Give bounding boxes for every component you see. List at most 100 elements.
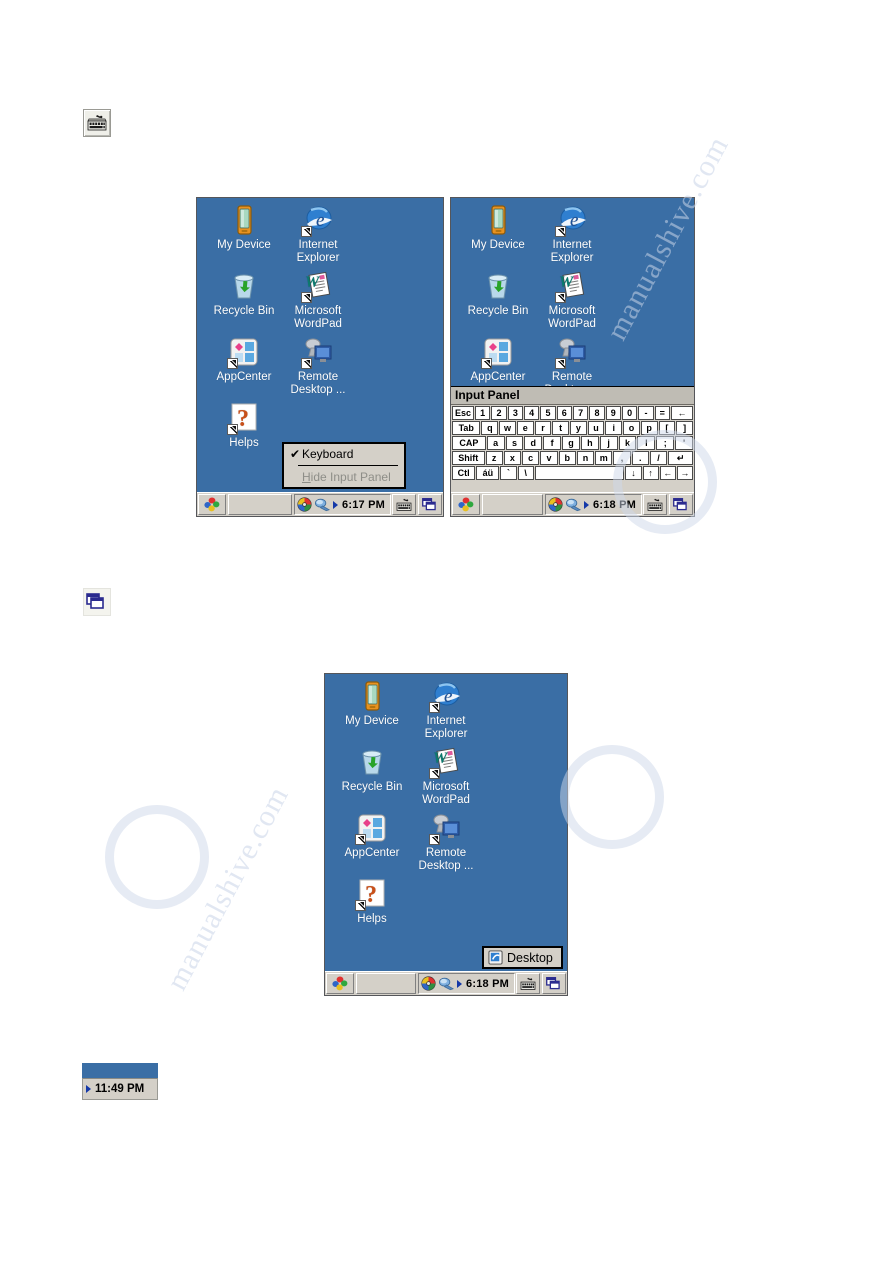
key-v[interactable]: v (540, 451, 558, 465)
taskbar-window-area[interactable] (356, 973, 417, 994)
desktop-icon-internet-explorer[interactable]: e Internet Explorer (279, 204, 357, 265)
key-i[interactable]: i (605, 421, 623, 435)
key-[interactable]: . (631, 451, 649, 465)
key-e[interactable]: e (516, 421, 534, 435)
taskbar-keyboard-button[interactable] (392, 494, 416, 515)
key-p[interactable]: p (640, 421, 658, 435)
key-a[interactable]: a (486, 436, 505, 450)
taskbar[interactable]: 6:18 PM (451, 492, 694, 516)
key-[interactable]: ` (500, 466, 517, 480)
key-f[interactable]: f (543, 436, 562, 450)
desktop-icon-recycle-bin[interactable]: Recycle Bin (205, 270, 283, 318)
desktop-icon-helps[interactable]: ? Helps (333, 878, 411, 926)
key-[interactable]: ↓ (625, 466, 642, 480)
taskbar-clock-sample[interactable]: 11:49 PM (82, 1078, 158, 1100)
desktop-icon-microsoft-wordpad[interactable]: W Microsoft WordPad (407, 746, 485, 807)
key-[interactable]: , (613, 451, 631, 465)
input-panel-context-menu[interactable]: ✔ Keyboard Hide Input Panel (282, 442, 406, 489)
key-l[interactable]: l (637, 436, 656, 450)
key-Tab[interactable]: Tab (452, 421, 481, 435)
network-connection-icon[interactable] (314, 498, 331, 512)
taskbar-clock[interactable]: 6:18 PM (592, 499, 639, 511)
system-tray[interactable]: 6:18 PM (418, 973, 515, 994)
key-Esc[interactable]: Esc (452, 406, 474, 420)
desktop-icon-remote-desktop[interactable]: Remote Desktop ... (279, 336, 357, 397)
key-[interactable]: \ (517, 466, 534, 480)
key-9[interactable]: 9 (605, 406, 621, 420)
network-connection-icon[interactable] (438, 977, 455, 991)
tray-expand-arrow-icon[interactable] (86, 1085, 91, 1093)
key-[interactable]: - (638, 406, 654, 420)
soft-keyboard[interactable]: Esc 1 2 3 4 5 6 7 8 9 0- = ← Tab q w e r t y u i o p[] CAP a s d f g h… (451, 405, 694, 482)
key-2[interactable]: 2 (491, 406, 507, 420)
taskbar[interactable]: 6:17 PM (197, 492, 443, 516)
desktop-icon-appcenter[interactable]: AppCenter (459, 336, 537, 384)
key-r[interactable]: r (534, 421, 552, 435)
taskbar-window-area[interactable] (228, 494, 293, 515)
key-j[interactable]: j (599, 436, 618, 450)
ce-desktop[interactable]: My Device e Internet Explorer Recycle Bi… (325, 674, 567, 971)
key-[interactable]: ← (659, 466, 676, 480)
start-button[interactable] (198, 494, 226, 515)
key-z[interactable]: z (485, 451, 503, 465)
input-panel[interactable]: Input Panel Esc 1 2 3 4 5 6 7 8 9 0- = ← Tab q w e r t y u i o… (451, 386, 694, 492)
taskbar-desktop-button[interactable] (418, 494, 442, 515)
key-7[interactable]: 7 (572, 406, 589, 420)
tray-expand-arrow-icon[interactable] (584, 500, 590, 509)
taskbar-clock[interactable]: 6:18 PM (465, 978, 512, 990)
desktop-icon-my-device[interactable]: My Device (205, 204, 283, 252)
display-properties-icon[interactable] (297, 497, 312, 512)
start-button[interactable] (326, 973, 354, 994)
key-s[interactable]: s (505, 436, 524, 450)
key-CAP[interactable]: CAP (452, 436, 486, 450)
taskbar-clock[interactable]: 6:17 PM (341, 499, 388, 511)
key-d[interactable]: d (524, 436, 543, 450)
display-properties-icon[interactable] (421, 976, 436, 991)
taskbar-desktop-button[interactable] (669, 494, 693, 515)
key-u[interactable]: u (587, 421, 605, 435)
desktop-icon-appcenter[interactable]: AppCenter (333, 812, 411, 860)
desktop-icon-appcenter[interactable]: AppCenter (205, 336, 283, 384)
desktop-icon-my-device[interactable]: My Device (459, 204, 537, 252)
key-x[interactable]: x (503, 451, 522, 465)
taskbar-keyboard-button[interactable] (643, 494, 667, 515)
desktop-icon-recycle-bin[interactable]: Recycle Bin (333, 746, 411, 794)
desktop-icon-remote-desktop[interactable]: Remote Desktop ... (407, 812, 485, 873)
key-8[interactable]: 8 (589, 406, 605, 420)
keyboard-input-panel-icon[interactable] (83, 109, 111, 137)
key-[interactable]: [ (658, 421, 676, 435)
desktop-icon-internet-explorer[interactable]: e Internet Explorer (533, 204, 611, 265)
context-menu-item-keyboard[interactable]: ✔ Keyboard (284, 444, 404, 464)
key-y[interactable]: y (570, 421, 587, 435)
key-0[interactable]: 0 (621, 406, 638, 420)
key-h[interactable]: h (580, 436, 599, 450)
key-g[interactable]: g (562, 436, 580, 450)
key-[interactable]: ↑ (642, 466, 659, 480)
cascade-windows-icon[interactable] (83, 588, 111, 616)
key-3[interactable]: 3 (507, 406, 523, 420)
key-o[interactable]: o (623, 421, 640, 435)
desktop-icon-microsoft-wordpad[interactable]: W Microsoft WordPad (279, 270, 357, 331)
taskbar-keyboard-button[interactable] (516, 973, 540, 994)
start-button[interactable] (452, 494, 480, 515)
key-[interactable]: ; (656, 436, 675, 450)
key-n[interactable]: n (576, 451, 595, 465)
desktop-icon-recycle-bin[interactable]: Recycle Bin (459, 270, 537, 318)
system-tray[interactable]: 6:17 PM (294, 494, 391, 515)
system-tray[interactable]: 6:18 PM (545, 494, 642, 515)
desktop-icon-microsoft-wordpad[interactable]: W Microsoft WordPad (533, 270, 611, 331)
taskbar-desktop-button[interactable] (542, 973, 566, 994)
taskbar[interactable]: 6:18 PM (325, 971, 567, 995)
key-t[interactable]: t (552, 421, 569, 435)
key-[interactable]: áü (476, 466, 500, 480)
key-m[interactable]: m (595, 451, 613, 465)
taskbar-window-area[interactable] (482, 494, 544, 515)
key-c[interactable]: c (522, 451, 540, 465)
key-q[interactable]: q (481, 421, 499, 435)
desktop-icon-helps[interactable]: ? Helps (205, 402, 283, 450)
network-connection-icon[interactable] (565, 498, 582, 512)
display-properties-icon[interactable] (548, 497, 563, 512)
desktop-icon-my-device[interactable]: My Device (333, 680, 411, 728)
key-[interactable]: ← (670, 406, 693, 420)
key-[interactable]: → (676, 466, 693, 480)
